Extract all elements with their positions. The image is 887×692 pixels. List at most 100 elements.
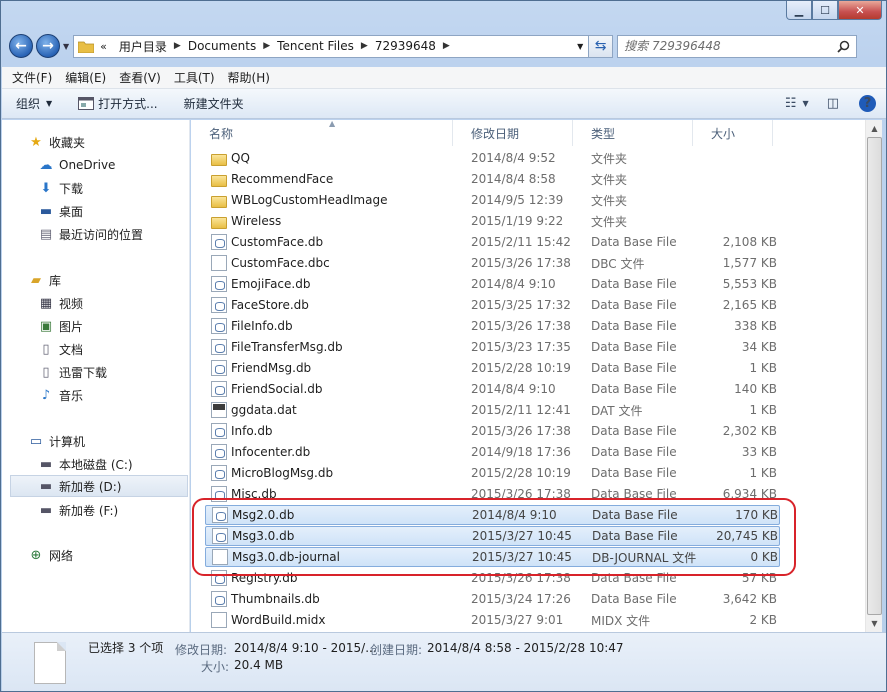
file-row[interactable]: FriendMsg.db 2015/2/28 10:19 Data Base Fil… [205, 358, 780, 378]
scrollbar-thumb[interactable] [867, 137, 882, 615]
help-icon[interactable]: ? [859, 95, 876, 112]
menu-file[interactable]: 文件(F) [12, 69, 52, 86]
nav-disk-d[interactable]: ▬ 新加卷 (D:) [10, 475, 188, 497]
chevron-right-icon[interactable]: ▶ [174, 41, 181, 51]
recent-pages-dropdown[interactable]: ▼ [63, 42, 69, 51]
search-box[interactable] [617, 34, 858, 58]
menu-edit[interactable]: 编辑(E) [65, 69, 106, 86]
open-with-button[interactable]: 打开方式... [78, 95, 158, 112]
breadcrumb-item[interactable]: 72939648 [375, 39, 436, 53]
file-row[interactable]: Wireless 2015/1/19 9:22 文件夹 [205, 211, 780, 231]
file-date: 2014/9/18 17:36 [471, 445, 571, 459]
new-folder-button[interactable]: 新建文件夹 [184, 95, 244, 112]
file-row[interactable]: ggdata.dat 2015/2/11 12:41 DAT 文件 1 KB [205, 400, 780, 420]
nav-favorites[interactable]: ★ 收藏夹 [2, 131, 190, 153]
breadcrumb-item[interactable]: Tencent Files [277, 39, 354, 53]
chevron-down-icon: ▼ [46, 99, 53, 108]
breadcrumb: « 用户目录 ▶ Documents ▶ Tencent Files ▶ 729… [100, 38, 457, 55]
file-name: WordBuild.midx [231, 613, 326, 627]
nav-recent[interactable]: ▤ 最近访问的位置 [2, 223, 190, 245]
chevron-right-icon[interactable]: ▶ [443, 41, 450, 51]
file-row[interactable]: WBLogCustomHeadImage 2014/9/5 12:39 文件夹 [205, 190, 780, 210]
nav-downloads[interactable]: ⬇ 下载 [2, 177, 190, 199]
file-row[interactable]: FaceStore.db 2015/3/25 17:32 Data Base Fil… [205, 295, 780, 315]
nav-pictures[interactable]: ▣ 图片 [2, 315, 190, 337]
menu-view[interactable]: 查看(V) [119, 69, 161, 86]
forward-button[interactable]: → [36, 34, 60, 58]
file-date: 2015/1/19 9:22 [471, 214, 564, 228]
organize-button[interactable]: 组织 ▼ [16, 95, 52, 112]
organize-label: 组织 [16, 97, 41, 111]
search-icon[interactable] [837, 40, 850, 53]
column-type[interactable]: 类型 [573, 120, 693, 146]
file-row[interactable]: MicroBlogMsg.db 2015/2/28 10:19 Data Base … [205, 463, 780, 483]
file-row[interactable]: FileTransferMsg.db 2015/3/23 17:35 Data Ba… [205, 337, 780, 357]
column-name[interactable]: 名称 [191, 120, 453, 146]
drive-icon: ▬ [39, 478, 53, 494]
menu-help[interactable]: 帮助(H) [228, 69, 270, 86]
file-row[interactable]: FileInfo.db 2015/3/26 17:38 Data Base File… [205, 316, 780, 336]
file-type: Data Base File [591, 445, 677, 459]
nav-libraries[interactable]: ▰ 库 [2, 269, 190, 291]
scroll-down-icon[interactable]: ▼ [866, 615, 883, 632]
close-button[interactable]: ✕ [838, 1, 882, 20]
video-icon: ▦ [39, 295, 53, 311]
nav-network[interactable]: ⊕ 网络 [2, 544, 190, 566]
file-size: 1 KB [749, 466, 777, 480]
minimize-button[interactable]: ▁ [786, 1, 812, 20]
size-value: 20.4 MB [234, 658, 284, 672]
nav-label: 新加卷 (F:) [59, 503, 119, 518]
breadcrumb-overflow-icon[interactable]: « [100, 40, 107, 53]
back-button[interactable]: ← [9, 34, 33, 58]
file-type: Data Base File [591, 340, 677, 354]
view-dropdown-icon[interactable]: ▼ [803, 99, 809, 108]
modified-label: 修改日期: [175, 643, 228, 657]
column-date[interactable]: 修改日期 [453, 120, 573, 146]
file-type: Data Base File [591, 298, 677, 312]
nav-disk-f[interactable]: ▬ 新加卷 (F:) [2, 499, 190, 521]
file-row[interactable]: CustomFace.dbc 2015/3/26 17:38 DBC 文件 1,577… [205, 253, 780, 273]
column-size[interactable]: 大小 [693, 120, 773, 146]
file-row[interactable]: CustomFace.db 2015/2/11 15:42 Data Base Fi… [205, 232, 780, 252]
scroll-up-icon[interactable]: ▲ [866, 120, 883, 137]
nav-videos[interactable]: ▦ 视频 [2, 292, 190, 314]
maximize-button[interactable]: ☐ [812, 1, 838, 20]
chevron-right-icon[interactable]: ▶ [361, 41, 368, 51]
menu-tools[interactable]: 工具(T) [174, 69, 215, 86]
nav-disk-c[interactable]: ▬ 本地磁盘 (C:) [2, 453, 190, 475]
address-bar[interactable]: « 用户目录 ▶ Documents ▶ Tencent Files ▶ 729… [73, 34, 590, 58]
database-file-icon [211, 339, 227, 355]
file-name: FaceStore.db [231, 298, 309, 312]
nav-music[interactable]: ♪ 音乐 [2, 384, 190, 406]
file-row[interactable]: QQ 2014/8/4 9:52 文件夹 [205, 148, 780, 168]
breadcrumb-item[interactable]: Documents [188, 39, 256, 53]
file-row[interactable]: Info.db 2015/3/26 17:38 Data Base File 2,30… [205, 421, 780, 441]
file-date: 2014/8/4 8:58 [471, 172, 556, 186]
address-dropdown[interactable]: ▼ [572, 36, 588, 57]
file-row[interactable]: FriendSocial.db 2014/8/4 9:10 Data Base Fi… [205, 379, 780, 399]
nav-xunlei[interactable]: ▯ 迅雷下载 [2, 361, 190, 383]
file-row[interactable]: WordBuild.midx 2015/3/27 9:01 MIDX 文件 2 KB [205, 610, 780, 630]
view-options-icon[interactable]: ☷ [785, 96, 797, 111]
chevron-right-icon[interactable]: ▶ [263, 41, 270, 51]
nav-desktop[interactable]: ▬ 桌面 [2, 200, 190, 222]
file-row[interactable]: EmojiFace.db 2014/8/4 9:10 Data Base File 5… [205, 274, 780, 294]
file-row[interactable]: Thumbnails.db 2015/3/24 17:26 Data Base Fi… [205, 589, 780, 609]
search-input[interactable] [624, 39, 838, 53]
vertical-scrollbar[interactable]: ▲ ▼ [865, 120, 882, 632]
file-name: QQ [231, 151, 250, 165]
file-row[interactable]: Infocenter.db 2014/9/18 17:36 Data Base Fi… [205, 442, 780, 462]
preview-pane-icon[interactable]: ◫ [827, 96, 839, 111]
breadcrumb-item[interactable]: 用户目录 [119, 38, 167, 55]
refresh-button[interactable]: ⇆ [589, 34, 614, 58]
file-row[interactable]: RecommendFace 2014/8/4 8:58 文件夹 [205, 169, 780, 189]
nav-onedrive[interactable]: ☁ OneDrive [2, 154, 190, 176]
nav-computer[interactable]: ▭ 计算机 [2, 430, 190, 452]
file-size: 34 KB [741, 340, 777, 354]
file-size: 2,108 KB [722, 235, 777, 249]
nav-documents[interactable]: ▯ 文档 [2, 338, 190, 360]
nav-label: 文档 [59, 342, 84, 357]
database-file-icon [211, 465, 227, 481]
file-name: ggdata.dat [231, 403, 297, 417]
open-with-icon [78, 97, 95, 110]
